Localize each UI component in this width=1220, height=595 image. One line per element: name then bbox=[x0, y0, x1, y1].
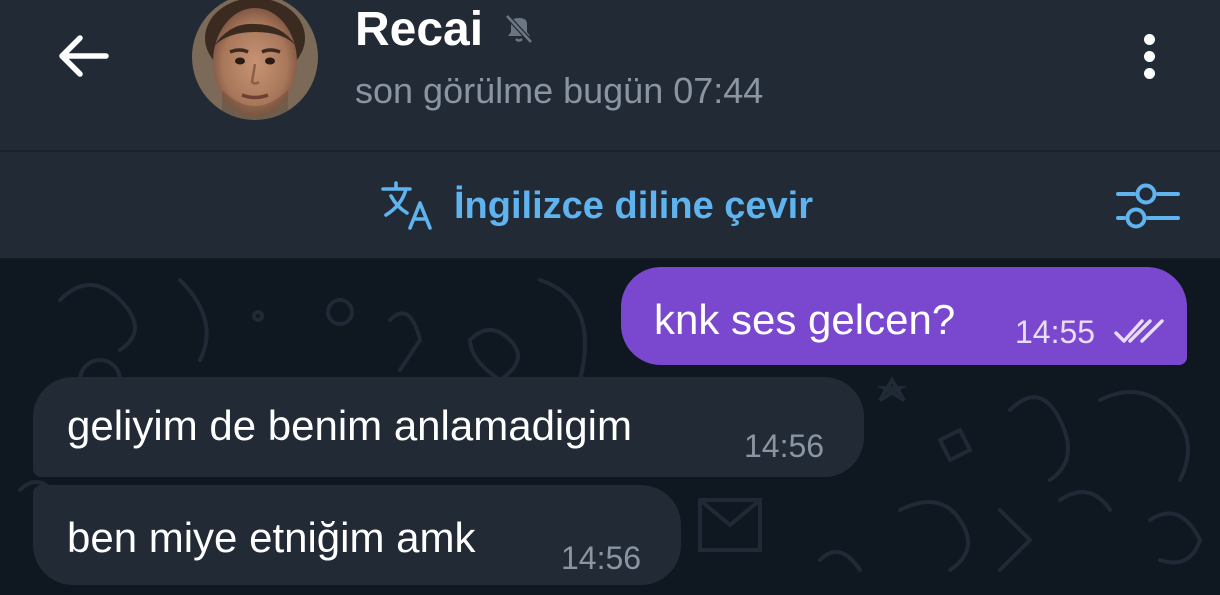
translate-button[interactable]: İngilizce diline çevir bbox=[380, 178, 813, 234]
message-time: 14:55 bbox=[1015, 314, 1096, 350]
translate-label: İngilizce diline çevir bbox=[454, 184, 814, 227]
chat-screen: Recai son görülme bugün 07:44 İngilizce … bbox=[0, 0, 1220, 595]
double-check-icon bbox=[1114, 319, 1164, 343]
message-incoming[interactable]: geliyim de benim anlamadigim 14:56 bbox=[33, 377, 864, 477]
more-vertical-icon bbox=[1143, 33, 1155, 45]
avatar[interactable] bbox=[192, 0, 318, 120]
contact-name[interactable]: Recai bbox=[355, 2, 483, 58]
translate-bar: İngilizce diline çevir bbox=[0, 152, 1220, 260]
muted-bell-icon bbox=[505, 14, 533, 44]
message-time: 14:56 bbox=[561, 540, 642, 576]
sliders-icon[interactable] bbox=[1112, 176, 1184, 236]
more-options-button[interactable] bbox=[1124, 26, 1174, 86]
message-time: 14:56 bbox=[744, 428, 825, 464]
message-text: geliyim de benim anlamadigim bbox=[67, 402, 632, 449]
translate-icon bbox=[381, 181, 432, 230]
last-seen-status: son görülme bugün 07:44 bbox=[355, 70, 764, 111]
chat-header: Recai son görülme bugün 07:44 bbox=[0, 0, 1220, 152]
message-text: knk ses gelcen? bbox=[654, 296, 956, 343]
arrow-left-icon bbox=[59, 35, 109, 77]
message-text: ben miye etniğim amk bbox=[67, 514, 476, 561]
message-list[interactable]: knk ses gelcen? 14:55 geliyim de benim a… bbox=[0, 260, 1220, 595]
back-button[interactable] bbox=[48, 26, 118, 86]
message-incoming[interactable]: ben miye etniğim amk 14:56 bbox=[33, 485, 681, 585]
message-outgoing[interactable]: knk ses gelcen? bbox=[621, 267, 1187, 365]
